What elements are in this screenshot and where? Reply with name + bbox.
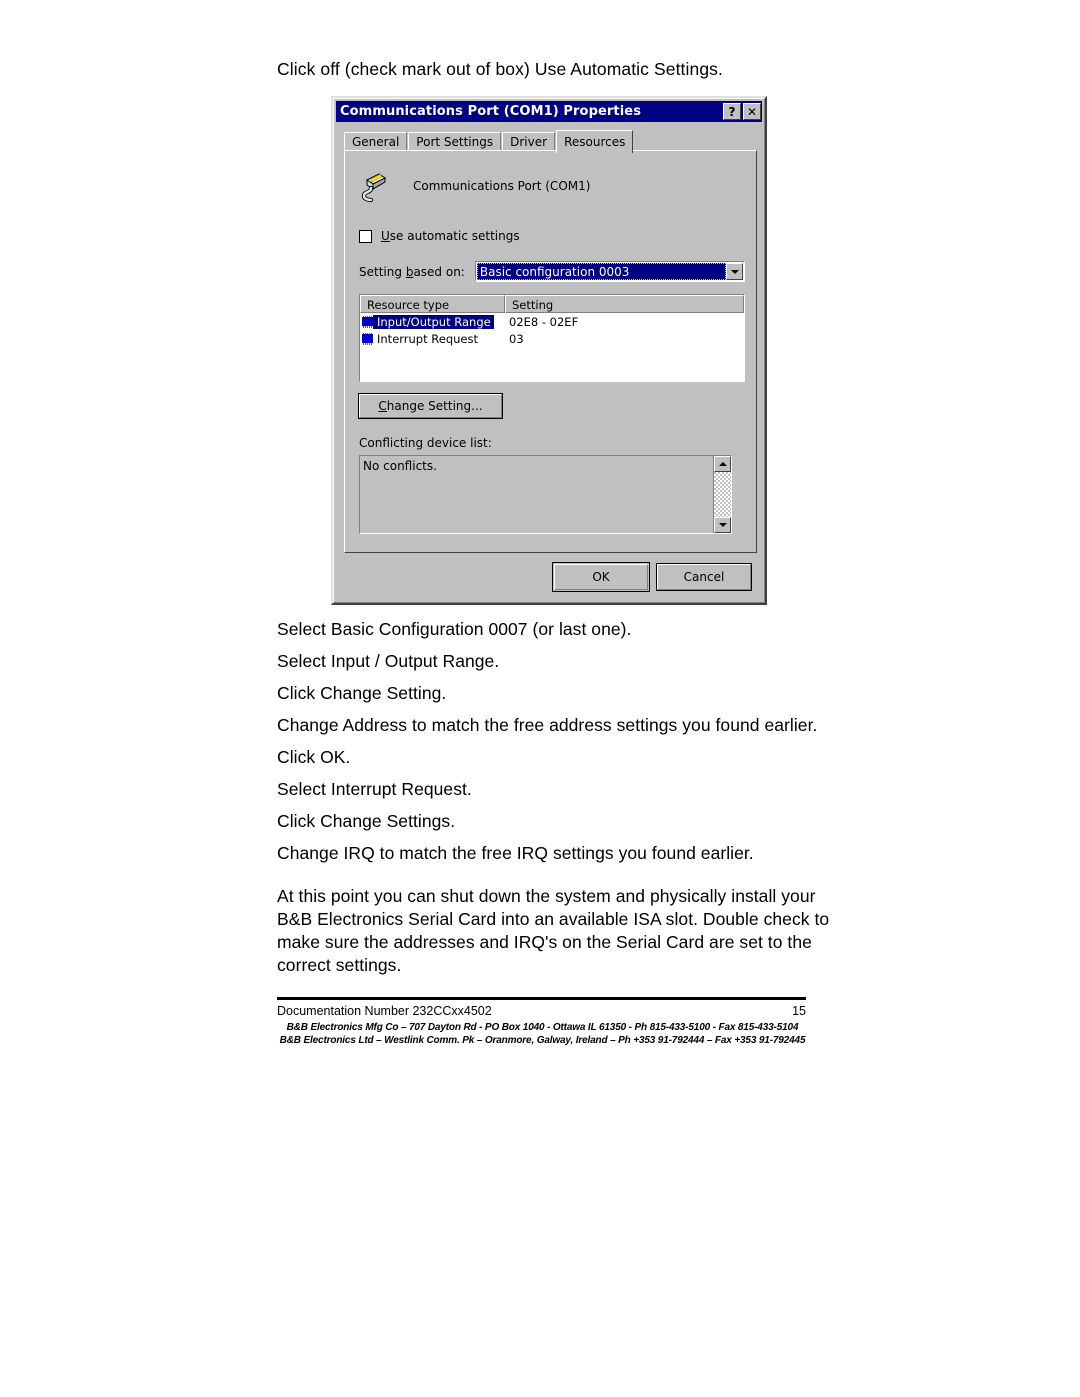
scrollbar-track[interactable] (714, 472, 731, 517)
footer-primary-row: Documentation Number 232CCxx4502 15 (277, 1004, 806, 1018)
conflicting-device-list-text: No conflicts. (363, 459, 437, 473)
scroll-up-icon[interactable] (714, 456, 731, 472)
resource-type-label: Input/Output Range (373, 314, 494, 329)
help-icon[interactable]: ? (723, 103, 741, 120)
tab-port-settings[interactable]: Port Settings (408, 132, 502, 151)
step-5: Click OK. (277, 747, 351, 767)
chip-icon (362, 315, 373, 328)
page-number: 15 (792, 1004, 806, 1018)
use-automatic-settings-label: Use automatic settings (381, 229, 520, 243)
tab-driver[interactable]: Driver (502, 132, 556, 151)
use-automatic-settings-text: se automatic settings (389, 229, 520, 243)
use-automatic-settings-checkbox[interactable] (359, 229, 372, 243)
step-2: Select Input / Output Range. (277, 651, 500, 671)
step-1: Select Basic Configuration 0007 (or last… (277, 619, 632, 639)
close-icon[interactable]: ✕ (743, 103, 761, 120)
setting-based-on-combobox[interactable]: Basic configuration 0003 (474, 261, 745, 282)
resource-settings-list[interactable]: Resource type Setting Input/Output Range… (359, 294, 745, 382)
communications-port-properties-dialog: Communications Port (COM1) Properties ? … (331, 96, 767, 605)
resource-type-cell: Input/Output Range (362, 314, 505, 329)
resource-setting-value: 03 (509, 331, 524, 346)
cancel-button[interactable]: Cancel (656, 563, 752, 591)
step-6: Select Interrupt Request. (277, 779, 472, 799)
column-header-resource-type[interactable]: Resource type (360, 295, 505, 313)
instruction-steps: Select Basic Configuration 0007 (or last… (277, 618, 837, 986)
chip-icon (362, 332, 373, 345)
step-4: Change Address to match the free address… (277, 715, 818, 735)
resource-type-label: Interrupt Request (377, 331, 478, 346)
tab-general[interactable]: General (344, 132, 408, 151)
vertical-scrollbar[interactable] (713, 456, 731, 533)
dialog-titlebar: Communications Port (COM1) Properties ? … (336, 101, 762, 122)
device-header-row: Communications Port (COM1) (359, 169, 590, 203)
setting-based-on-row: Setting based on: Basic configuration 00… (359, 261, 745, 282)
resource-type-cell: Interrupt Request (362, 332, 505, 346)
resource-setting-value: 02E8 - 02EF (509, 314, 579, 329)
accel-key-u: U (381, 229, 390, 243)
documentation-number: Documentation Number 232CCxx4502 (277, 1004, 492, 1018)
footer-address-us: B&B Electronics Mfg Co – 707 Dayton Rd -… (286, 1022, 799, 1033)
setting-based-on-label: Setting based on: (359, 264, 465, 279)
tab-strip: General Port Settings Driver Resources (344, 130, 754, 153)
setting-based-on-value[interactable]: Basic configuration 0003 (476, 263, 726, 280)
serial-port-icon (359, 169, 393, 203)
document-page: Click off (check mark out of box) Use Au… (0, 0, 1080, 1397)
step-3: Click Change Setting. (277, 683, 447, 703)
use-automatic-settings-row[interactable]: Use automatic settings (359, 229, 520, 243)
dialog-title: Communications Port (COM1) Properties (340, 104, 642, 119)
intro-instruction: Click off (check mark out of box) Use Au… (277, 59, 723, 79)
scroll-down-icon[interactable] (714, 517, 731, 533)
tab-resources[interactable]: Resources (556, 130, 634, 153)
closing-paragraph: At this point you can shut down the syst… (277, 886, 830, 975)
column-header-setting[interactable]: Setting (505, 295, 744, 313)
table-row[interactable]: Input/Output Range 02E8 - 02EF (360, 313, 744, 330)
ok-button[interactable]: OK (552, 562, 650, 592)
titlebar-button-group: ? ✕ (723, 103, 762, 120)
step-8: Change IRQ to match the free IRQ setting… (277, 843, 754, 863)
dialog-button-bar: OK Cancel (552, 562, 752, 592)
resources-tab-panel: Communications Port (COM1) Use automatic… (344, 150, 757, 553)
footer-divider (277, 997, 806, 1000)
change-setting-button-label: Change Setting... (378, 399, 483, 413)
conflicting-device-list-box[interactable]: No conflicts. (359, 455, 732, 534)
device-name-label: Communications Port (COM1) (413, 179, 591, 193)
change-setting-button[interactable]: Change Setting... (358, 393, 503, 419)
footer-address-ie: B&B Electronics Ltd – Westlink Comm. Pk … (279, 1035, 806, 1046)
conflicting-device-list-label: Conflicting device list: (359, 436, 492, 450)
step-7: Click Change Settings. (277, 811, 456, 831)
table-row[interactable]: Interrupt Request 03 (360, 330, 744, 347)
chevron-down-icon[interactable] (726, 263, 743, 280)
resource-table-header: Resource type Setting (360, 295, 744, 313)
